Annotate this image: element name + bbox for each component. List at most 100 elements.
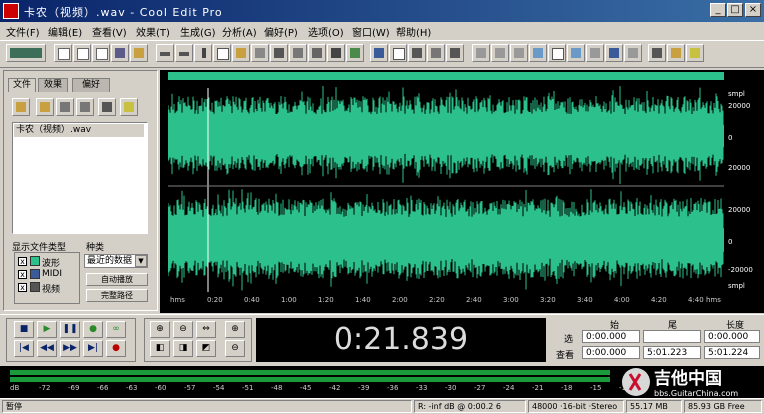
- overview-bar[interactable]: [168, 72, 724, 80]
- new-file-icon[interactable]: [54, 44, 72, 62]
- markers-icon[interactable]: [446, 44, 464, 62]
- help-icon[interactable]: [686, 44, 704, 62]
- meter-tick-label: -69: [68, 384, 80, 392]
- menu-generate[interactable]: 生成(G): [180, 24, 216, 39]
- watermark-text: 吉他中国: [654, 368, 722, 389]
- info-icon[interactable]: [567, 44, 585, 62]
- zoom-vertical-out-icon[interactable]: ⊖: [225, 340, 245, 357]
- trim-icon[interactable]: [270, 44, 288, 62]
- meter-tick-label: -54: [213, 384, 225, 392]
- time-tick-label: hms: [706, 296, 721, 304]
- record-button[interactable]: ●: [106, 340, 126, 357]
- zoom-selection-icon[interactable]: ◧: [150, 340, 170, 357]
- open-file-icon[interactable]: [73, 44, 91, 62]
- scale-label: smpl: [728, 90, 745, 98]
- help-context-icon[interactable]: [529, 44, 547, 62]
- selection-end-field[interactable]: [643, 330, 701, 343]
- preferences-icon[interactable]: [624, 44, 642, 62]
- copy-icon[interactable]: [213, 44, 231, 62]
- meter-tick-label: -21: [532, 384, 544, 392]
- waveform-svg[interactable]: [168, 82, 724, 292]
- rewind-button[interactable]: ◀◀: [37, 340, 57, 357]
- menu-window[interactable]: 窗口(W): [352, 24, 390, 39]
- paste-icon[interactable]: [232, 44, 250, 62]
- play-to-end-button[interactable]: ●: [83, 321, 103, 338]
- video-checkbox[interactable]: x: [18, 283, 27, 292]
- search-icon[interactable]: [548, 44, 566, 62]
- go-to-end-button[interactable]: ▶|: [83, 340, 103, 357]
- delete-icon[interactable]: [289, 44, 307, 62]
- loop-play-button[interactable]: ∞: [106, 321, 126, 338]
- zoom-full-icon[interactable]: ⇔: [196, 321, 216, 338]
- zoom-out-icon[interactable]: ⊖: [173, 321, 193, 338]
- sound-icon[interactable]: [605, 44, 623, 62]
- auto-play-button[interactable]: 自动播放: [86, 273, 148, 286]
- mix-paste-icon[interactable]: [251, 44, 269, 62]
- waveform-checkbox[interactable]: x: [18, 257, 27, 266]
- save-icon[interactable]: [111, 44, 129, 62]
- settings-icon[interactable]: [472, 44, 490, 62]
- panel-close-icon[interactable]: [56, 98, 74, 116]
- menu-options[interactable]: 选项(O): [308, 24, 344, 39]
- full-path-button[interactable]: 完整路径: [86, 289, 148, 302]
- crop-icon[interactable]: [327, 44, 345, 62]
- menu-file[interactable]: 文件(F): [6, 24, 40, 39]
- meter-tick-label: -30: [445, 384, 457, 392]
- tab-favorites[interactable]: 偏好: [72, 78, 110, 92]
- top-amplitude-scale: smpl 20000 0 20000: [724, 88, 764, 188]
- menu-view[interactable]: 查看(V): [92, 24, 127, 39]
- menu-help[interactable]: 帮助(H): [396, 24, 431, 39]
- zoom-right-icon[interactable]: ◩: [196, 340, 216, 357]
- waveform-view-icon[interactable]: [370, 44, 388, 62]
- stop-button[interactable]: ■: [14, 321, 34, 338]
- spectral-view-icon[interactable]: [389, 44, 407, 62]
- maximize-button[interactable]: □: [727, 3, 743, 17]
- menu-edit[interactable]: 编辑(E): [48, 24, 82, 39]
- panel-edit-icon[interactable]: [98, 98, 116, 116]
- list-item[interactable]: 卡农（视频）.wav: [14, 124, 144, 137]
- open-append-icon[interactable]: [92, 44, 110, 62]
- go-to-start-button[interactable]: |◀: [14, 340, 34, 357]
- cut-icon[interactable]: [194, 44, 212, 62]
- analysis-icon[interactable]: [491, 44, 509, 62]
- tools-icon[interactable]: [648, 44, 666, 62]
- zoom-in-icon[interactable]: ⊕: [150, 321, 170, 338]
- menu-favorites[interactable]: 偏好(P): [264, 24, 298, 39]
- meter-bar-right: [10, 377, 610, 382]
- meter-tick-label: -72: [39, 384, 51, 392]
- view-end-field[interactable]: 5:01.223: [643, 346, 701, 359]
- view-length-field[interactable]: 5:01.224: [704, 346, 760, 359]
- tab-files[interactable]: 文件: [8, 78, 36, 92]
- tab-effects[interactable]: 效果: [38, 78, 68, 92]
- minimize-button[interactable]: _: [710, 3, 726, 17]
- selection-length-field[interactable]: 0:00.000: [704, 330, 760, 343]
- zoom-vertical-in-icon[interactable]: ⊕: [225, 321, 245, 338]
- cue-icon[interactable]: [427, 44, 445, 62]
- panel-help-icon[interactable]: [120, 98, 138, 116]
- convert-icon[interactable]: [346, 44, 364, 62]
- snap-icon[interactable]: [408, 44, 426, 62]
- undo-icon[interactable]: [156, 44, 174, 62]
- save-as-icon[interactable]: [130, 44, 148, 62]
- close-button[interactable]: ×: [745, 3, 761, 17]
- menu-analyze[interactable]: 分析(A): [222, 24, 257, 39]
- stats-icon[interactable]: [586, 44, 604, 62]
- chevron-down-icon[interactable]: ▼: [135, 255, 147, 267]
- redo-icon[interactable]: [175, 44, 193, 62]
- midi-checkbox[interactable]: x: [18, 270, 27, 279]
- silence-icon[interactable]: [308, 44, 326, 62]
- fast-forward-button[interactable]: ▶▶: [60, 340, 80, 357]
- meter-tick-label: -36: [387, 384, 399, 392]
- view-begin-field[interactable]: 0:00.000: [582, 346, 640, 359]
- play-button[interactable]: ▶: [37, 321, 57, 338]
- toggle-view-button[interactable]: [6, 44, 46, 62]
- script-icon[interactable]: [667, 44, 685, 62]
- zoom-left-icon[interactable]: ◨: [173, 340, 193, 357]
- panel-closeall-icon[interactable]: [76, 98, 94, 116]
- pause-button[interactable]: ❚❚: [60, 321, 80, 338]
- frequency-icon[interactable]: [510, 44, 528, 62]
- panel-folder-icon[interactable]: [36, 98, 54, 116]
- menu-effects[interactable]: 效果(T): [136, 24, 170, 39]
- selection-begin-field[interactable]: 0:00.000: [582, 330, 640, 343]
- panel-open-icon[interactable]: [12, 98, 30, 116]
